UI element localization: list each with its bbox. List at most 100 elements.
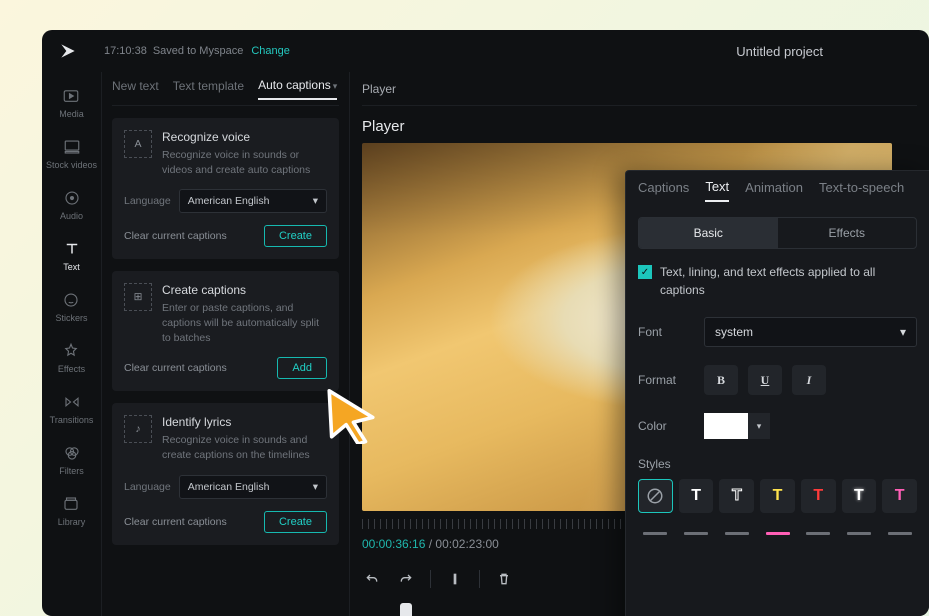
underline-preset[interactable] [801, 521, 836, 535]
sidebar-item-library[interactable]: Library [58, 494, 86, 527]
clear-captions-link[interactable]: Clear current captions [124, 516, 227, 528]
underline-button[interactable]: U [748, 365, 782, 395]
tab-tts[interactable]: Text-to-speech [819, 180, 904, 201]
create-button[interactable]: Create [264, 511, 327, 533]
sidebar-label: Filters [59, 466, 84, 476]
identify-lyrics-icon: ♪ [124, 415, 152, 443]
style-preset[interactable]: T [801, 479, 836, 513]
sidebar-item-audio[interactable]: Audio [60, 188, 83, 221]
style-preset[interactable] [638, 479, 673, 513]
underline-preset[interactable] [760, 521, 795, 535]
format-label: Format [638, 373, 704, 387]
style-preset[interactable]: T [679, 479, 714, 513]
add-button[interactable]: Add [277, 357, 327, 379]
text-tabs: New text Text template Auto captions▾ [112, 72, 339, 106]
change-link[interactable]: Change [251, 45, 290, 57]
create-captions-icon: ⊞ [124, 283, 152, 311]
color-label: Color [638, 419, 704, 433]
style-preset[interactable]: T [719, 479, 754, 513]
sidebar-item-stock[interactable]: Stock videos [46, 137, 97, 170]
time-duration: / 00:02:23:00 [429, 537, 499, 551]
bold-button[interactable]: B [704, 365, 738, 395]
recognize-icon: A [124, 130, 152, 158]
styles-label: Styles [638, 457, 917, 471]
underline-preset[interactable] [882, 521, 917, 535]
style-preset[interactable]: T [760, 479, 795, 513]
card-desc: Recognize voice in sounds and create cap… [162, 433, 327, 462]
style-preset[interactable]: T [842, 479, 877, 513]
chevron-down-icon: ▾ [313, 481, 318, 493]
top-bar: 17:10:38 Saved to Myspace Change Untitle… [42, 30, 929, 72]
project-title[interactable]: Untitled project [736, 44, 823, 59]
apply-all-checkbox[interactable]: ✓ [638, 265, 652, 279]
clear-captions-link[interactable]: Clear current captions [124, 230, 227, 242]
italic-button[interactable]: I [792, 365, 826, 395]
sidebar-item-media[interactable]: Media [59, 86, 84, 119]
underline-styles [638, 521, 917, 535]
create-button[interactable]: Create [264, 225, 327, 247]
redo-button[interactable] [396, 569, 416, 589]
create-captions-card: ⊞ Create captions Enter or paste caption… [112, 271, 339, 391]
sidebar-item-stickers[interactable]: Stickers [55, 290, 87, 323]
separator [479, 570, 480, 588]
effects-icon [61, 341, 81, 361]
tab-text-template[interactable]: Text template [173, 79, 244, 99]
sidebar-label: Stock videos [46, 160, 97, 170]
sidebar-label: Transitions [50, 415, 94, 425]
tab-captions[interactable]: Captions [638, 180, 689, 201]
properties-panel: Captions Text Animation Text-to-speech B… [625, 170, 929, 616]
styles-grid: TTTTTT [638, 479, 917, 513]
card-title: Recognize voice [162, 130, 327, 144]
tab-animation[interactable]: Animation [745, 180, 803, 201]
sidebar-item-text[interactable]: Text [62, 239, 82, 272]
stickers-icon [61, 290, 81, 310]
underline-preset[interactable] [719, 521, 754, 535]
save-status: Saved to Myspace [153, 45, 244, 57]
font-label: Font [638, 325, 704, 339]
style-preset[interactable]: T [882, 479, 917, 513]
sidebar-item-transitions[interactable]: Transitions [50, 392, 94, 425]
tab-new-text[interactable]: New text [112, 79, 159, 99]
apply-all-row: ✓ Text, lining, and text effects applied… [638, 263, 917, 299]
tab-text[interactable]: Text [705, 179, 729, 202]
zoom-handle[interactable] [400, 603, 412, 616]
chevron-down-icon: ▾ [313, 195, 318, 207]
language-select[interactable]: American English ▾ [179, 475, 327, 499]
player-title: Player [362, 118, 917, 135]
app-window: 17:10:38 Saved to Myspace Change Untitle… [42, 30, 929, 616]
language-label: Language [124, 195, 171, 207]
card-desc: Recognize voice in sounds or videos and … [162, 148, 327, 177]
underline-preset[interactable] [679, 521, 714, 535]
underline-preset[interactable] [638, 521, 673, 535]
time-current: 00:00:36:16 [362, 537, 425, 551]
color-swatch [704, 413, 748, 439]
recognize-voice-card: A Recognize voice Recognize voice in sou… [112, 118, 339, 259]
chevron-down-icon[interactable]: ▾ [748, 413, 770, 439]
audio-icon [62, 188, 82, 208]
identify-lyrics-card: ♪ Identify lyrics Recognize voice in sou… [112, 403, 339, 544]
sidebar-label: Media [59, 109, 84, 119]
stock-icon [62, 137, 82, 157]
font-select[interactable]: system ▾ [704, 317, 917, 347]
undo-button[interactable] [362, 569, 382, 589]
split-button[interactable] [445, 569, 465, 589]
chevron-down-icon: ▾ [900, 325, 906, 339]
underline-preset[interactable] [842, 521, 877, 535]
filters-icon [62, 443, 82, 463]
segment-effects[interactable]: Effects [778, 218, 917, 248]
sidebar-label: Library [58, 517, 86, 527]
language-select[interactable]: American English ▾ [179, 189, 327, 213]
player-breadcrumb: Player [362, 72, 917, 106]
apply-all-label: Text, lining, and text effects applied t… [660, 263, 917, 299]
app-logo-icon [58, 41, 78, 61]
timestamp: 17:10:38 [104, 45, 147, 57]
delete-button[interactable] [494, 569, 514, 589]
sidebar-item-effects[interactable]: Effects [58, 341, 85, 374]
clear-captions-link[interactable]: Clear current captions [124, 362, 227, 374]
sidebar-item-filters[interactable]: Filters [59, 443, 84, 476]
color-picker[interactable]: ▾ [704, 413, 770, 439]
segment-control: Basic Effects [638, 217, 917, 249]
segment-basic[interactable]: Basic [639, 218, 778, 248]
separator [430, 570, 431, 588]
tab-auto-captions[interactable]: Auto captions▾ [258, 78, 337, 100]
